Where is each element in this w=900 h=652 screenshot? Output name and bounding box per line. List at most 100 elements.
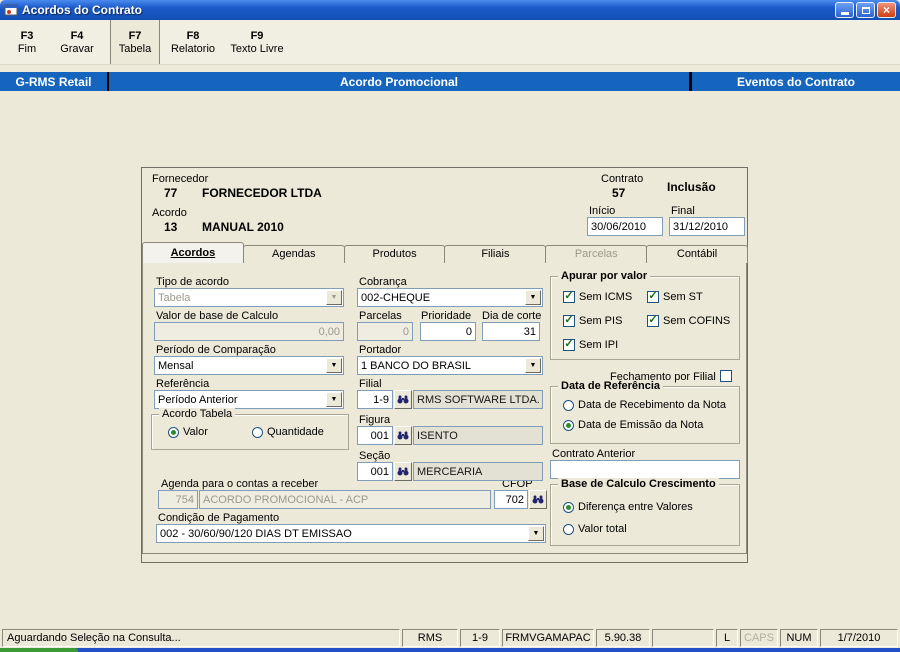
cobranca-select[interactable]: 002-CHEQUE ▼ xyxy=(357,288,543,307)
inicio-value: 30/06/2010 xyxy=(591,221,646,233)
dropdown-arrow-icon[interactable]: ▼ xyxy=(528,526,544,541)
referencia-select[interactable]: Período Anterior ▼ xyxy=(154,390,344,409)
filial-code-input[interactable]: 1-9 xyxy=(357,390,393,409)
periodo-comparacao-value: Mensal xyxy=(158,360,193,372)
figura-value: ISENTO xyxy=(417,430,458,442)
radio-icon xyxy=(168,427,179,438)
dropdown-arrow-icon[interactable]: ▼ xyxy=(326,392,342,407)
app-icon xyxy=(4,3,18,17)
dia-corte-value: 31 xyxy=(524,326,536,338)
radio-label: Quantidade xyxy=(267,426,324,438)
figura-code-input[interactable]: 001 xyxy=(357,426,393,445)
tipo-acordo-select: Tabela ▼ xyxy=(154,288,344,307)
radio-quantidade[interactable]: Quantidade xyxy=(252,426,324,438)
radio-icon xyxy=(563,420,574,431)
checkbox-label: Sem ICMS xyxy=(579,291,632,303)
toolbar-key: F4 xyxy=(71,30,84,42)
checkbox-sem-pis[interactable]: ✓ Sem PIS xyxy=(563,315,622,327)
condicao-pagamento-select[interactable]: 002 - 30/60/90/120 DIAS DT EMISSAO ▼ xyxy=(156,524,546,543)
toolbar-button-relatorio[interactable]: F8 Relatorio xyxy=(166,20,220,64)
secao-value: MERCEARIA xyxy=(417,466,482,478)
status-empty xyxy=(652,629,714,647)
status-message: Aguardando Seleção na Consulta... xyxy=(2,629,400,647)
radio-label: Valor xyxy=(183,426,208,438)
parcelas-input: 0 xyxy=(357,322,413,341)
secao-lookup-button[interactable] xyxy=(394,462,412,481)
fornecedor-label: Fornecedor xyxy=(152,173,208,185)
contrato-anterior-input[interactable] xyxy=(550,460,740,479)
fornecedor-name: FORNECEDOR LTDA xyxy=(202,186,322,200)
agenda-value: ACORDO PROMOCIONAL - ACP xyxy=(203,494,368,506)
checkbox-label: Sem COFINS xyxy=(663,315,730,327)
checkbox-icon: ✓ xyxy=(647,315,659,327)
filial-value: RMS SOFTWARE LTDA. xyxy=(417,394,540,406)
banner-title: Acordo Promocional xyxy=(109,72,692,91)
title-bar[interactable]: Acordos do Contrato × xyxy=(0,0,900,20)
figura-label: Figura xyxy=(359,414,390,426)
radio-data-recebimento[interactable]: Data de Recebimento da Nota xyxy=(563,399,726,411)
tab-produtos[interactable]: Produtos xyxy=(344,245,446,263)
radio-icon xyxy=(563,502,574,513)
radio-valor-total[interactable]: Valor total xyxy=(563,523,627,535)
acordo-code: 13 xyxy=(164,220,177,234)
toolbar-button-gravar[interactable]: F4 Gravar xyxy=(52,20,102,64)
valor-base-label: Valor de base de Calculo xyxy=(156,310,278,322)
restore-button[interactable] xyxy=(856,2,875,18)
checkbox-sem-ipi[interactable]: ✓ Sem IPI xyxy=(563,339,618,351)
toolbar-label: Texto Livre xyxy=(230,43,283,55)
checkbox-sem-st[interactable]: ✓ Sem ST xyxy=(647,291,703,303)
inicio-input[interactable]: 30/06/2010 xyxy=(587,217,663,236)
condicao-pagamento-value: 002 - 30/60/90/120 DIAS DT EMISSAO xyxy=(160,528,352,540)
toolbar-button-tabela[interactable]: F7 Tabela xyxy=(110,20,160,64)
radio-valor[interactable]: Valor xyxy=(168,426,208,438)
acordo-tabela-group: Acordo Tabela Valor Quantidade xyxy=(151,414,349,450)
secao-code-input[interactable]: 001 xyxy=(357,462,393,481)
toolbar-label: Fim xyxy=(18,43,36,55)
checkbox-label: Sem ST xyxy=(663,291,703,303)
toolbar-label: Gravar xyxy=(60,43,94,55)
radio-data-emissao[interactable]: Data de Emissão da Nota xyxy=(563,419,703,431)
prioridade-value: 0 xyxy=(466,326,472,338)
inicio-label: Início xyxy=(589,205,615,217)
toolbar-button-texto-livre[interactable]: F9 Texto Livre xyxy=(224,20,290,64)
dropdown-arrow-icon[interactable]: ▼ xyxy=(525,290,541,305)
toolbar-key: F9 xyxy=(251,30,264,42)
dropdown-arrow-icon[interactable]: ▼ xyxy=(326,358,342,373)
banner-eventos-button[interactable]: Eventos do Contrato xyxy=(692,72,900,91)
toolbar-label: Tabela xyxy=(119,43,151,55)
referencia-value: Período Anterior xyxy=(158,394,238,406)
tab-filiais[interactable]: Filiais xyxy=(444,245,546,263)
toolbar-key: F7 xyxy=(129,30,142,42)
tab-agendas[interactable]: Agendas xyxy=(243,245,345,263)
cfop-lookup-button[interactable] xyxy=(529,490,547,509)
checkbox-fechamento-filial[interactable] xyxy=(720,370,732,382)
checkbox-sem-cofins[interactable]: ✓ Sem COFINS xyxy=(647,315,730,327)
figura-lookup-button[interactable] xyxy=(394,426,412,445)
toolbar-button-fim[interactable]: F3 Fim xyxy=(6,20,48,64)
final-input[interactable]: 31/12/2010 xyxy=(669,217,745,236)
window-title: Acordos do Contrato xyxy=(22,3,833,17)
periodo-comparacao-select[interactable]: Mensal ▼ xyxy=(154,356,344,375)
radio-diferenca-valores[interactable]: Diferença entre Valores xyxy=(563,501,693,513)
checkbox-icon: ✓ xyxy=(563,291,575,303)
close-button[interactable]: × xyxy=(877,2,896,18)
filial-lookup-button[interactable] xyxy=(394,390,412,409)
start-button[interactable] xyxy=(0,648,78,652)
minimize-button[interactable] xyxy=(835,2,854,18)
dia-corte-input[interactable]: 31 xyxy=(482,322,540,341)
binoculars-icon xyxy=(397,431,409,440)
fornecedor-code: 77 xyxy=(164,186,177,200)
mode-badge: Inclusão xyxy=(667,180,716,194)
status-program: FRMVGAMAPAC xyxy=(502,629,594,647)
tab-contabil[interactable]: Contábil xyxy=(646,245,748,263)
cfop-input[interactable]: 702 xyxy=(494,490,528,509)
tab-bar: Acordos Agendas Produtos Filiais Parcela… xyxy=(142,242,747,263)
portador-select[interactable]: 1 BANCO DO BRASIL ▼ xyxy=(357,356,543,375)
prioridade-input[interactable]: 0 xyxy=(420,322,476,341)
dropdown-arrow-icon[interactable]: ▼ xyxy=(525,358,541,373)
status-lang: L xyxy=(716,629,738,647)
data-referencia-group-title: Data de Referência xyxy=(558,380,663,392)
tab-acordos[interactable]: Acordos xyxy=(142,242,244,263)
secao-description: MERCEARIA xyxy=(413,462,543,481)
checkbox-sem-icms[interactable]: ✓ Sem ICMS xyxy=(563,291,632,303)
